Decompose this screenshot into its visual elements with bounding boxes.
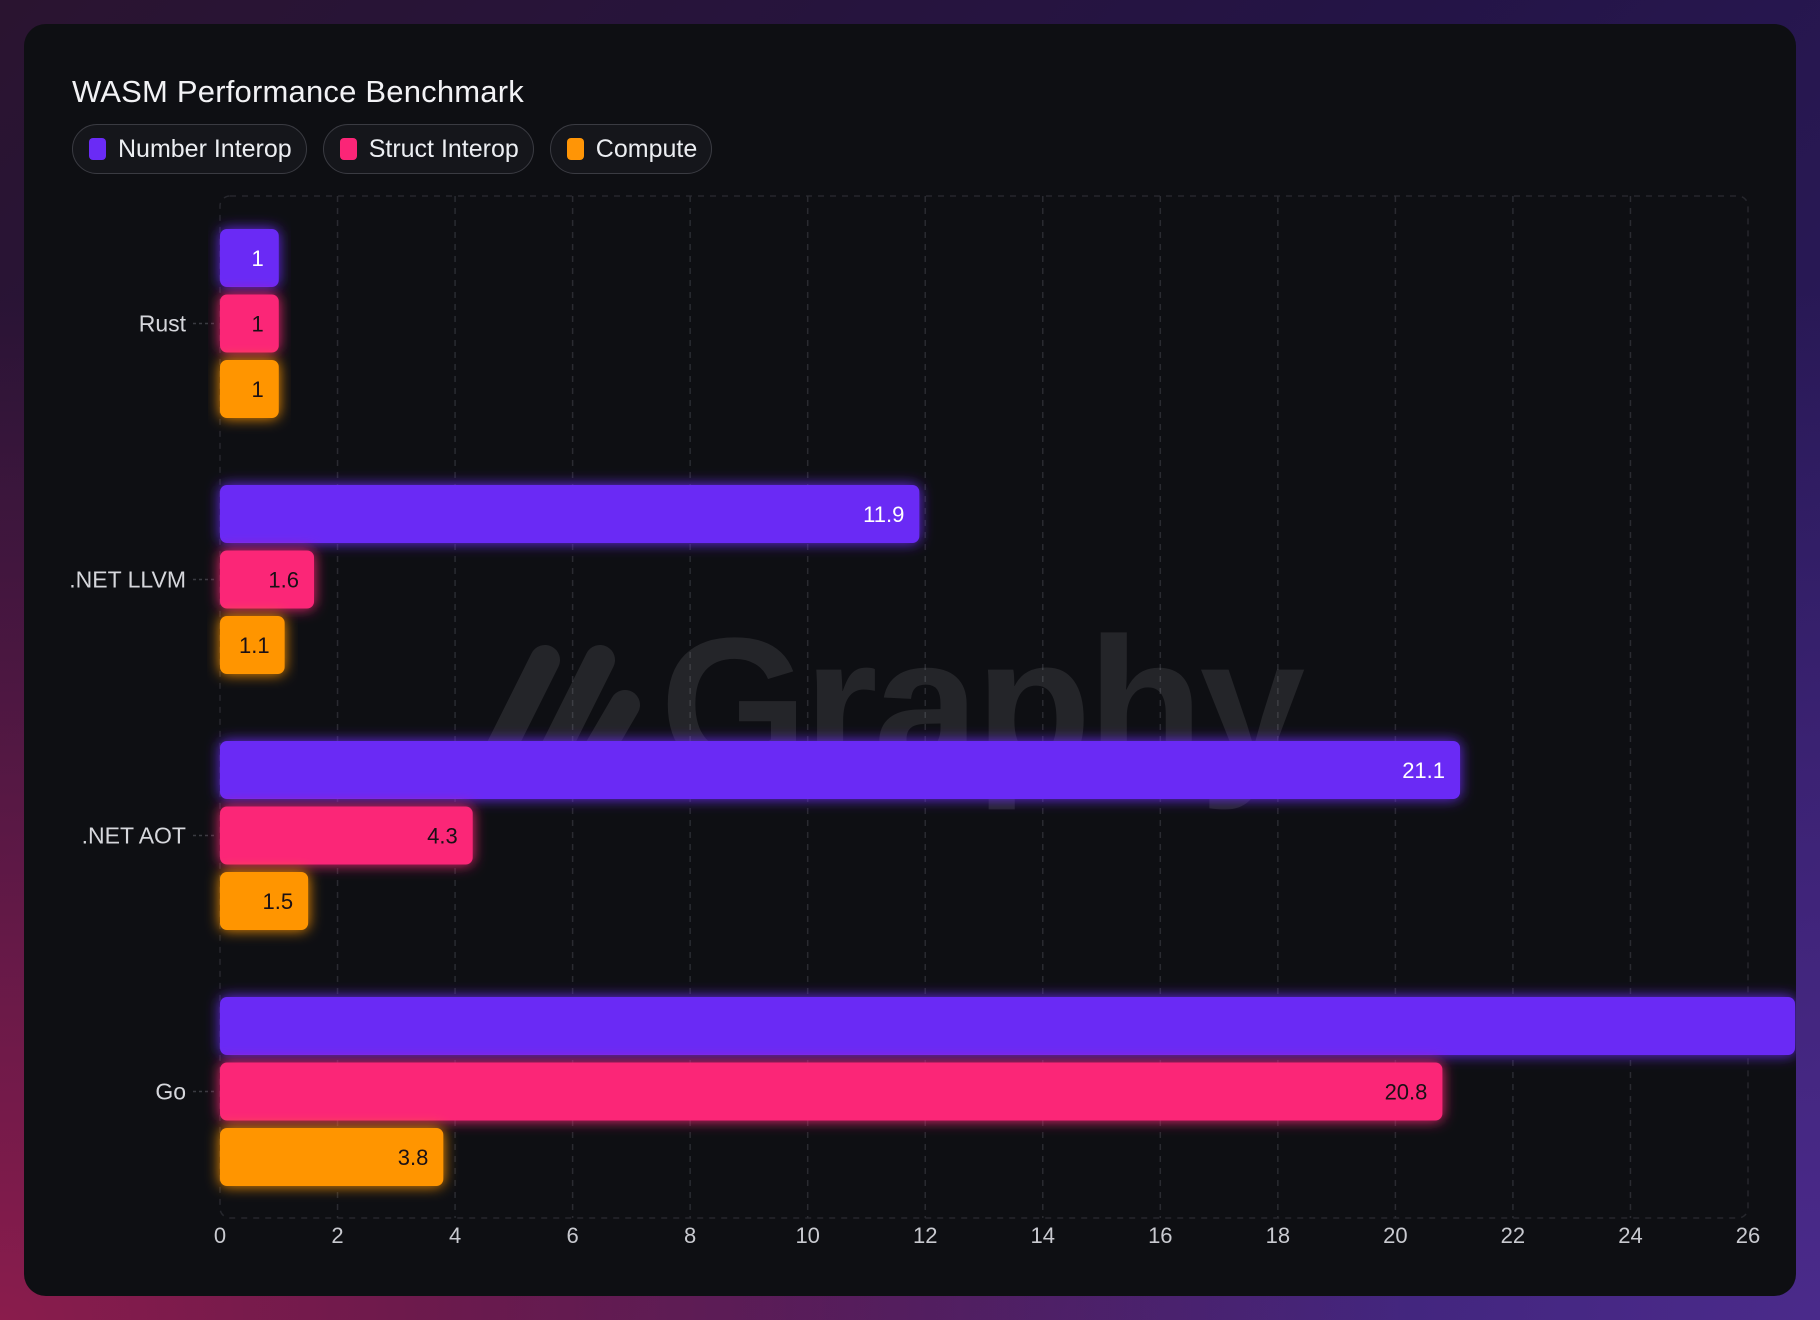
bar-value-label: 1.1 (239, 633, 270, 658)
bar-chart: Graphy 0 2 4 6 8 10 12 14 16 18 20 22 24 26Rust111.NE… (69, 195, 1796, 1248)
bar-value-label: 1 (252, 246, 264, 271)
x-tick-label: 2 (331, 1223, 343, 1248)
y-category-label: Rust (139, 311, 187, 337)
x-tick-label: 10 (795, 1223, 819, 1248)
bar-value-label: 4.3 (427, 824, 458, 849)
bar-value-label: 3.8 (398, 1145, 429, 1170)
y-category-label: Go (155, 1079, 186, 1105)
x-tick-label: 0 (214, 1223, 226, 1248)
bar-struct-interop-net-llvm (220, 550, 315, 609)
x-tick-label: 8 (684, 1223, 696, 1248)
x-tick-label: 26 (1736, 1223, 1760, 1248)
watermark-stroke (540, 645, 615, 765)
bar-value-label: 1 (252, 377, 264, 402)
bar-struct-interop-rust (220, 294, 279, 353)
bar-value-label: 21.1 (1402, 758, 1445, 783)
bar-number-interop-net-llvm (220, 485, 920, 543)
bar-value-label: 20.8 (1385, 1080, 1428, 1105)
y-category-label: .NET AOT (82, 823, 186, 849)
x-tick-label: 14 (1031, 1223, 1055, 1248)
x-tick-label: 20 (1383, 1223, 1407, 1248)
bar-value-label: 1.6 (268, 568, 299, 593)
bar-number-interop-go (220, 997, 1796, 1055)
x-tick-label: 4 (449, 1223, 461, 1248)
bar-compute-rust (220, 360, 279, 418)
bar-struct-interop-go (220, 1062, 1443, 1121)
bar-value-label: 1.5 (263, 889, 294, 914)
x-tick-label: 12 (913, 1223, 937, 1248)
watermark-stroke (485, 645, 560, 765)
bar-value-label: 11.9 (863, 502, 904, 527)
bar-number-interop-net-aot (220, 741, 1461, 799)
y-category-label: .NET LLVM (69, 567, 186, 593)
x-tick-label: 24 (1618, 1223, 1642, 1248)
x-tick-label: 18 (1266, 1223, 1290, 1248)
x-tick-label: 16 (1148, 1223, 1172, 1248)
bar-value-label: 1 (252, 312, 264, 337)
bars (220, 229, 1796, 1186)
bar-number-interop-rust (220, 229, 279, 287)
x-tick-label: 6 (566, 1223, 578, 1248)
x-tick-label: 22 (1501, 1223, 1525, 1248)
